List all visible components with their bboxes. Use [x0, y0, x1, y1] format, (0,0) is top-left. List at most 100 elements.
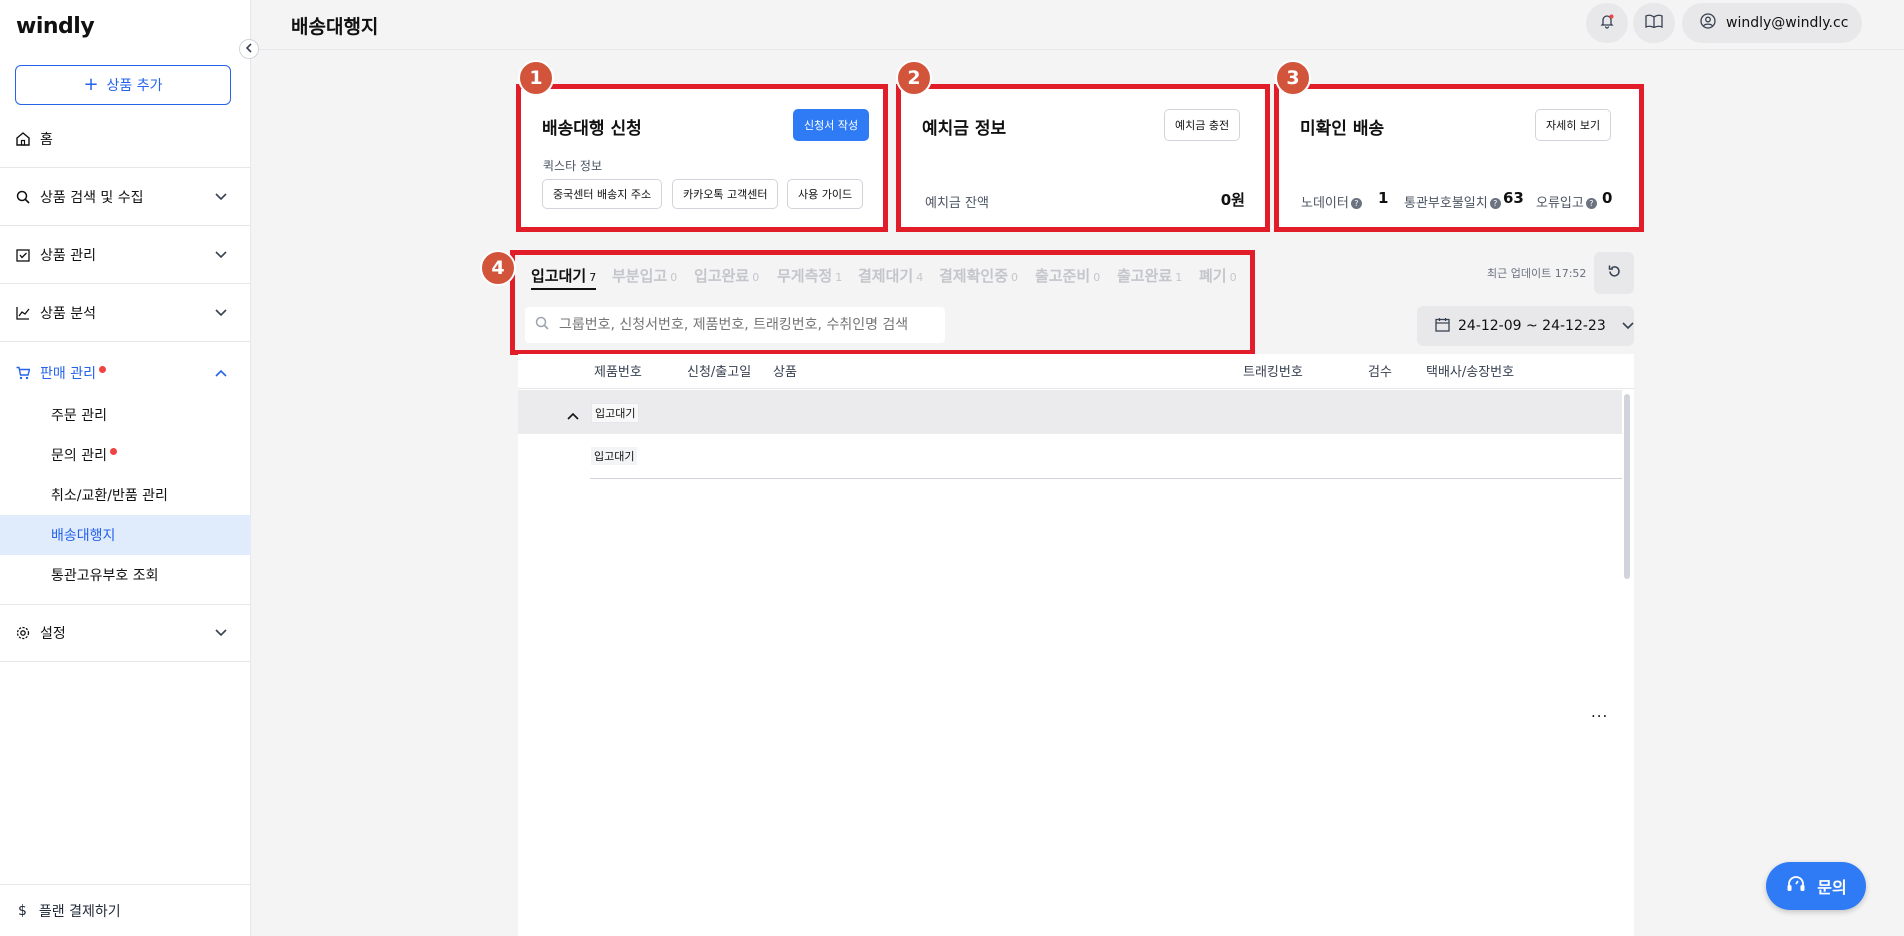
chevron-down-icon [215, 190, 227, 204]
calendar-icon [1435, 317, 1450, 336]
chevron-up-icon[interactable] [567, 405, 579, 424]
date-range-picker[interactable]: 24-12-09 ~ 24-12-23 [1417, 306, 1634, 346]
search-input[interactable] [559, 317, 929, 333]
sidebar-subitem-label: 주문 관리 [51, 408, 107, 424]
tab-shipping-prep[interactable]: 출고준비 0 [1035, 265, 1100, 286]
shipping-request-card: 배송대행 신청 신청서 작성 퀵스타 정보 중국센터 배송지 주소 카카오톡 고… [516, 84, 888, 232]
tab-awaiting-inbound[interactable]: 입고대기 7 [531, 265, 597, 290]
more-options-icon[interactable]: ... [1591, 703, 1608, 721]
chevron-down-icon [215, 306, 227, 320]
sidebar-subitem-label: 배송대행지 [51, 528, 116, 544]
create-application-button[interactable]: 신청서 작성 [793, 109, 870, 141]
sidebar-subitem-customs-code[interactable]: 통관고유부호 조회 [0, 555, 251, 595]
sidebar-item-label: 설정 [40, 626, 66, 642]
app-logo[interactable]: windly [16, 14, 95, 39]
help-icon: ? [1489, 198, 1501, 209]
tab-partial-inbound[interactable]: 부분입고 0 [612, 265, 677, 286]
add-product-label: 상품 추가 [106, 78, 163, 94]
sidebar-collapse-button[interactable] [239, 39, 259, 59]
sidebar-subitem-returns[interactable]: 취소/교환/반품 관리 [0, 475, 251, 515]
column-header-inspection[interactable]: 검수 [1368, 361, 1392, 380]
search-icon [16, 190, 30, 204]
stat-error-inbound-value: 0 [1602, 189, 1613, 207]
gear-icon [16, 626, 30, 640]
badge-3: 3 [1275, 60, 1311, 96]
unconfirmed-shipping-card: 미확인 배송 자세히 보기 노데이터? 1 통관부호불일치? 63 오류입고? … [1274, 84, 1644, 232]
status-tag: 입고대기 [591, 447, 638, 465]
tab-weighing[interactable]: 무게측정 1 [777, 265, 842, 286]
card-title: 미확인 배송 [1300, 119, 1385, 139]
deposit-info-card: 예치금 정보 예치금 충전 예치금 잔액 0원 [896, 84, 1270, 232]
kakaotalk-support-button[interactable]: 카카오톡 고객센터 [672, 179, 779, 209]
table-scrollbar[interactable] [1624, 394, 1630, 579]
inquiry-floating-button[interactable]: 문의 [1766, 862, 1866, 910]
tab-awaiting-payment[interactable]: 결제대기 4 [858, 265, 923, 286]
sidebar-subitem-label: 통관고유부호 조회 [51, 568, 159, 584]
sidebar-subitem-shipping-agent[interactable]: 배송대행지 [0, 515, 251, 555]
column-header-product[interactable]: 상품 [773, 361, 797, 380]
column-header-carrier[interactable]: 택배사/송장번호 [1426, 361, 1514, 380]
refresh-icon [1607, 264, 1622, 283]
sidebar-item-product-search[interactable]: 상품 검색 및 수집 [0, 168, 251, 226]
book-icon [1645, 14, 1663, 32]
status-tabs-panel: 입고대기 7 부분입고 0 입고완료 0 무게측정 1 결제대기 4 결제확인중 0 출고준… [510, 250, 1255, 355]
card-title: 배송대행 신청 [542, 119, 642, 139]
sidebar: windly + 상품 추가 홈 상품 검색 및 수집 상품 관리 상품 분석 [0, 0, 251, 936]
chevron-down-icon [215, 248, 227, 262]
search-field[interactable] [525, 307, 945, 343]
add-product-button[interactable]: + 상품 추가 [15, 65, 231, 105]
status-tag: 입고대기 [591, 403, 640, 423]
sidebar-subitem-orders[interactable]: 주문 관리 [0, 395, 251, 435]
quickstar-info-label: 퀵스타 정보 [543, 159, 603, 173]
dollar-icon: $ [18, 902, 27, 919]
deposit-balance-value: 0원 [1220, 191, 1245, 209]
notification-dot [98, 365, 106, 373]
sidebar-item-label: 상품 검색 및 수집 [40, 189, 144, 206]
sidebar-subitem-label: 문의 관리 [51, 448, 107, 464]
cart-icon [16, 366, 30, 380]
tab-payment-checking[interactable]: 결제확인중 0 [939, 265, 1018, 286]
badge-1: 1 [518, 60, 554, 96]
sidebar-subitem-inquiries[interactable]: 문의 관리 [0, 435, 251, 475]
user-account-button[interactable]: windly@windly.cc [1682, 3, 1862, 43]
notification-button[interactable] [1586, 3, 1628, 43]
help-icon: ? [1585, 198, 1597, 209]
china-center-address-button[interactable]: 중국센터 배송지 주소 [542, 179, 663, 209]
sidebar-item-product-manage[interactable]: 상품 관리 [0, 226, 251, 284]
bell-icon [1599, 13, 1615, 33]
deposit-charge-button[interactable]: 예치금 충전 [1164, 109, 1241, 141]
headset-icon [1785, 873, 1807, 899]
sidebar-item-product-analysis[interactable]: 상품 분석 [0, 284, 251, 342]
column-header-tracking[interactable]: 트래킹번호 [1243, 361, 1303, 380]
table-header-divider [518, 388, 1634, 389]
stat-customs-mismatch-value: 63 [1503, 189, 1524, 207]
user-icon [1700, 13, 1716, 33]
column-header-product-no[interactable]: 제품번호 [594, 361, 642, 380]
user-email: windly@windly.cc [1726, 15, 1849, 31]
card-title: 예치금 정보 [922, 119, 1007, 139]
plus-icon: + [83, 74, 99, 95]
tab-shipped[interactable]: 출고완료 1 [1117, 265, 1182, 286]
table-group-row[interactable]: 입고대기 [518, 390, 1622, 434]
plan-payment-link[interactable]: $ 플랜 결제하기 [0, 884, 251, 936]
refresh-button[interactable] [1594, 252, 1634, 294]
chevron-left-icon [245, 42, 253, 56]
usage-guide-button[interactable]: 사용 가이드 [787, 179, 864, 209]
help-icon: ? [1350, 198, 1362, 209]
column-header-date[interactable]: 신청/출고일 [687, 361, 751, 380]
chevron-up-icon [215, 366, 227, 380]
deposit-balance-label: 예치금 잔액 [925, 196, 989, 211]
top-bar: 배송대행지 windly@windly.cc [252, 0, 1904, 50]
sidebar-item-settings[interactable]: 설정 [0, 604, 251, 662]
chart-icon [16, 306, 30, 320]
tab-inbound-complete[interactable]: 입고완료 0 [694, 265, 759, 286]
sidebar-item-sales-manage[interactable]: 판매 관리 [0, 344, 251, 402]
view-details-button[interactable]: 자세히 보기 [1535, 109, 1612, 141]
tab-disposed[interactable]: 폐기 0 [1199, 265, 1237, 286]
guide-book-button[interactable] [1633, 3, 1675, 43]
stat-error-inbound-label: 오류입고? [1536, 192, 1597, 211]
stat-customs-mismatch-label: 통관부호불일치? [1404, 192, 1501, 211]
sidebar-item-home[interactable]: 홈 [0, 110, 251, 168]
home-icon [16, 131, 30, 146]
sidebar-subitem-label: 취소/교환/반품 관리 [51, 488, 168, 504]
